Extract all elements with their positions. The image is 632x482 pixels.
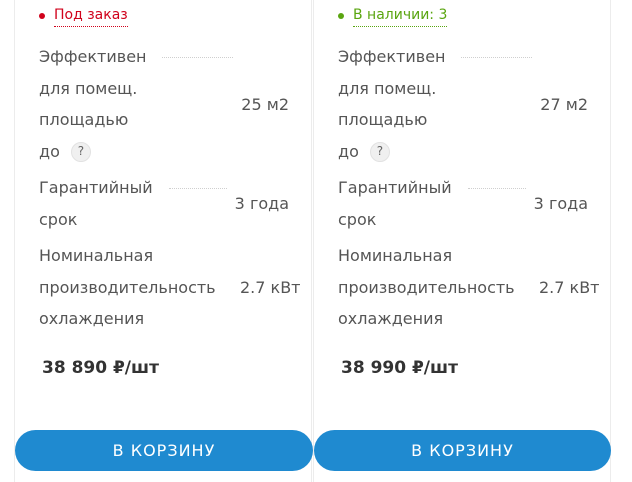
property-value: 2.7 кВт [240,277,301,297]
property-warranty: Гарантийный срок 3 года [39,172,289,235]
dotted-leader [461,57,533,58]
product-card: Под заказ Эффективен для помещ. площадью… [14,0,313,482]
property-name-line: Гарантийный [39,178,153,197]
product-price: 38 890 ₽/шт [42,358,159,378]
property-name-line: для помещ. [338,78,437,98]
property-name: Номинальная производительность охлаждени… [39,240,224,335]
property-value: 25 м2 [241,94,289,114]
property-value: 27 м2 [540,94,588,114]
availability-label[interactable]: Под заказ [54,5,128,27]
property-name-line: срок [39,209,78,229]
add-to-cart-button[interactable]: В КОРЗИНУ [15,430,313,471]
help-icon[interactable]: ? [70,142,91,162]
property-area: Эффективен для помещ. площадью до ? 27 м… [338,41,588,167]
property-warranty: Гарантийный срок 3 года [338,172,588,235]
property-name-line: производительность [39,277,216,297]
property-name: Номинальная производительность охлаждени… [338,240,523,335]
property-name-line: площадью [338,110,428,129]
properties-list: Эффективен для помещ. площадью до ? 27 м… [338,41,600,340]
property-area: Эффективен для помещ. площадью до ? 25 м… [39,41,289,167]
availability-status: В наличии: 3 [338,5,448,27]
property-name-line: до [39,141,60,161]
property-name: Эффективен для помещ. площадью до ? [338,41,453,167]
dotted-leader [162,57,234,58]
property-cooling-power: Номинальная производительность охлаждени… [338,240,600,335]
property-value: 2.7 кВт [539,277,600,297]
product-price: 38 990 ₽/шт [341,358,458,378]
property-name-line: площадью [39,110,129,129]
property-name: Эффективен для помещ. площадью до ? [39,41,154,167]
property-name-line: Номинальная [39,246,154,265]
property-name-line: производительность [338,277,515,297]
property-value: 3 года [234,194,289,213]
add-to-cart-button[interactable]: В КОРЗИНУ [314,430,611,471]
product-card: В наличии: 3 Эффективен для помещ. площа… [313,0,611,482]
property-name-line: Гарантийный [338,178,452,197]
property-name-line: срок [338,209,377,229]
properties-list: Эффективен для помещ. площадью до ? 25 м… [39,41,301,340]
property-name-line: до [338,141,359,161]
property-name-line: Номинальная [338,246,453,265]
dotted-leader [169,188,227,189]
availability-status: Под заказ [39,5,128,27]
help-icon[interactable]: ? [369,142,390,162]
status-dot-icon [338,13,344,19]
property-name-line: для помещ. [39,78,138,98]
dotted-leader [468,188,526,189]
property-name-line: Эффективен [338,47,446,66]
property-name-line: охлаждения [338,309,444,328]
status-dot-icon [39,13,45,19]
availability-label[interactable]: В наличии: 3 [353,5,448,27]
property-name-line: Эффективен [39,47,147,66]
property-cooling-power: Номинальная производительность охлаждени… [39,240,301,335]
property-value: 3 года [533,194,588,213]
property-name-line: охлаждения [39,309,145,328]
product-grid: Под заказ Эффективен для помещ. площадью… [0,0,632,482]
property-name: Гарантийный срок [39,172,161,235]
property-name: Гарантийный срок [338,172,460,235]
